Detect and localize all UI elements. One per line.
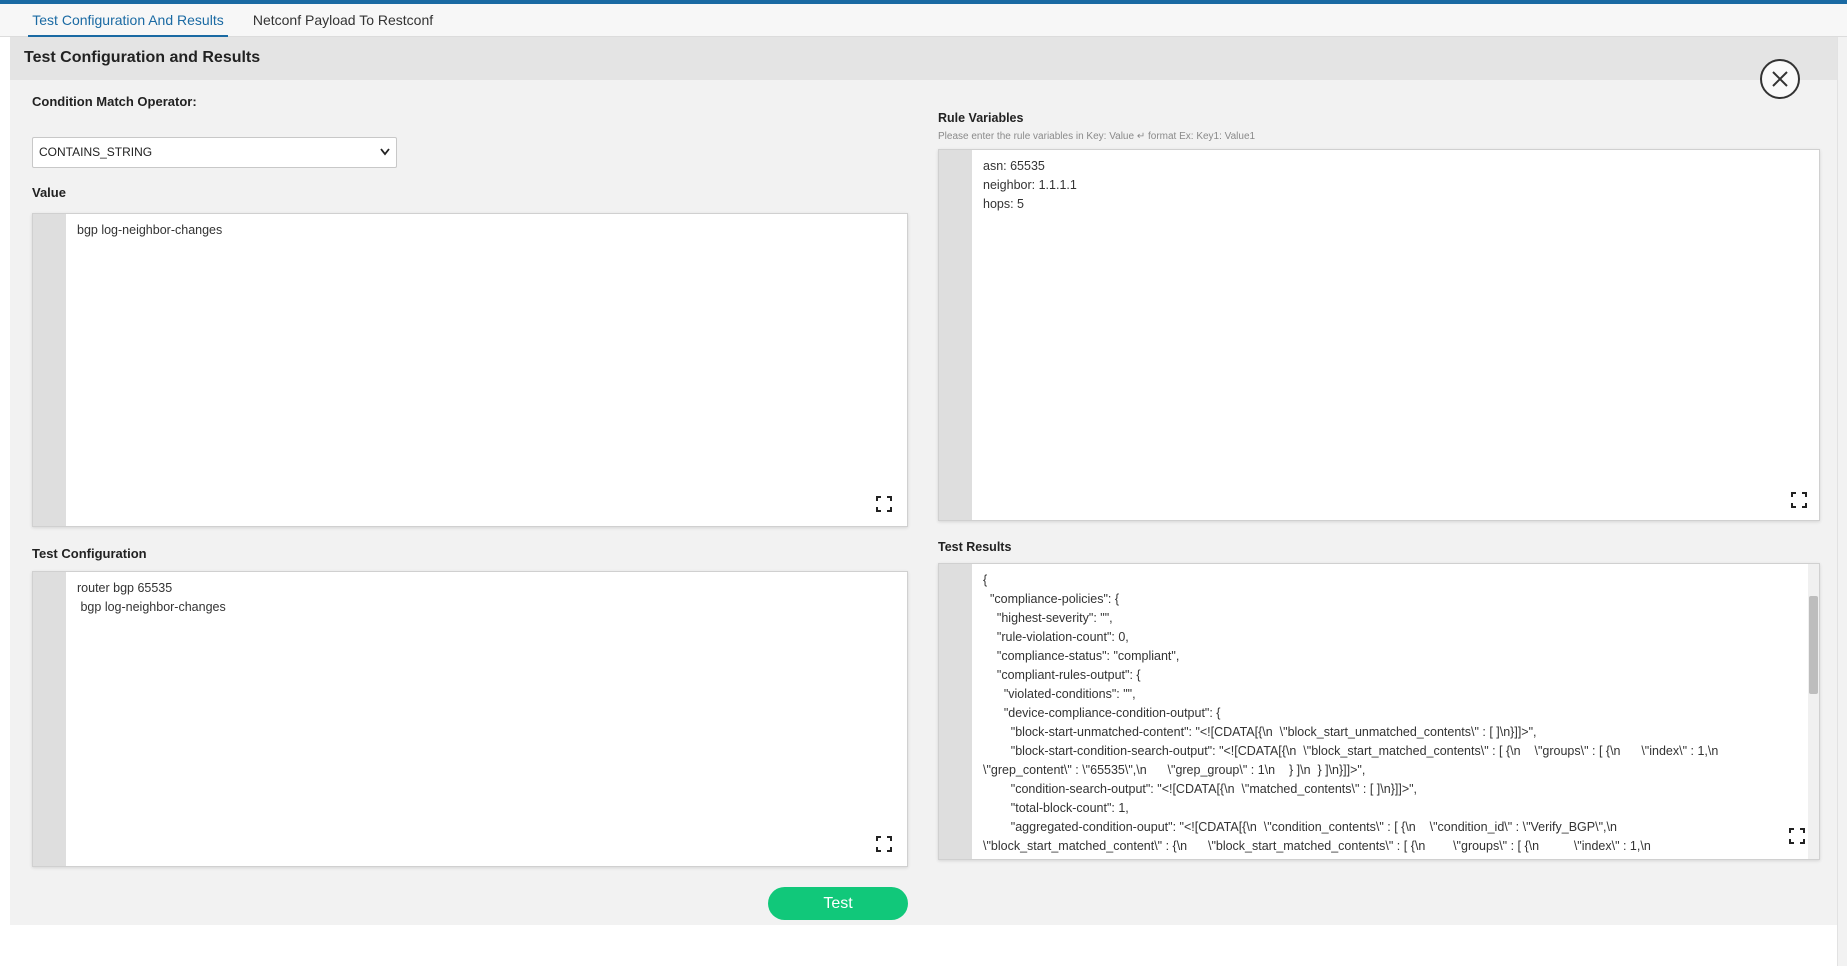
test-results-label: Test Results [938,540,1012,554]
test-results-text: { "compliance-policies": { "highest-seve… [983,573,1719,853]
expand-icon[interactable] [876,836,892,852]
editor-gutter [33,572,66,866]
value-label: Value [32,185,66,200]
test-configuration-editor[interactable]: router bgp 65535 bgp log-neighbor-change… [32,571,908,867]
test-configuration-text: router bgp 65535 bgp log-neighbor-change… [77,581,226,614]
expand-icon[interactable] [1791,492,1807,508]
close-button[interactable] [1760,59,1800,99]
rule-variables-label: Rule Variables [938,111,1024,125]
condition-match-operator-label: Condition Match Operator: [32,94,197,109]
chevron-down-icon [380,148,390,156]
editor-gutter [33,214,66,526]
panel-header: Test Configuration and Results [10,37,1837,80]
value-editor[interactable]: bgp log-neighbor-changes [32,213,908,527]
condition-match-operator-select[interactable]: CONTAINS_STRING [32,137,397,168]
expand-icon[interactable] [876,496,892,512]
test-configuration-panel: Test Configuration and Results Condition… [10,37,1837,925]
test-configuration-label: Test Configuration [32,546,147,561]
tab-test-configuration-and-results[interactable]: Test Configuration And Results [28,4,228,37]
rule-variables-text: asn: 65535 neighbor: 1.1.1.1 hops: 5 [983,159,1077,211]
value-text: bgp log-neighbor-changes [77,223,223,237]
close-icon [1772,71,1788,87]
condition-match-operator-value: CONTAINS_STRING [39,145,153,159]
page-title: Test Configuration and Results [24,49,261,66]
test-button[interactable]: Test [768,887,908,920]
rule-variables-editor[interactable]: asn: 65535 neighbor: 1.1.1.1 hops: 5 [938,149,1820,521]
scrollbar-thumb[interactable] [1809,596,1818,694]
editor-gutter [939,150,972,520]
test-results-editor[interactable]: { "compliance-policies": { "highest-seve… [938,563,1820,860]
page-scrollbar[interactable] [1837,37,1847,966]
expand-icon[interactable] [1789,828,1805,844]
rule-variables-hint: Please enter the rule variables in Key: … [938,131,1256,142]
tab-bar: Test Configuration And Results Netconf P… [0,4,1847,60]
tab-netconf-payload-to-restconf-plan[interactable]: Netconf Payload To Restconf Plan [238,4,448,60]
editor-gutter [939,564,972,859]
test-results-scrollbar[interactable] [1808,564,1819,859]
